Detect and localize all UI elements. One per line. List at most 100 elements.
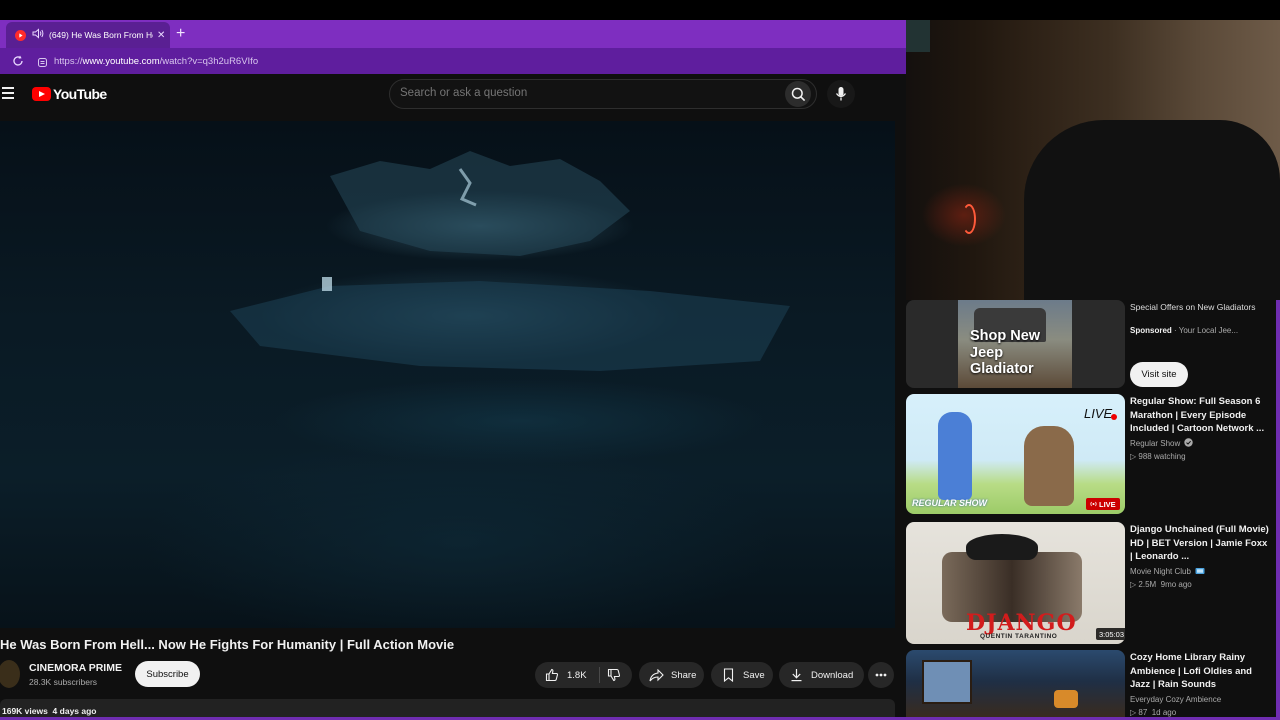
- dislike-button[interactable]: [607, 668, 621, 685]
- top-black-strip: [0, 0, 1280, 20]
- watching-count: 988 watching: [1138, 451, 1186, 461]
- like-divider: [599, 667, 600, 683]
- video-thumbnail-regular-show[interactable]: LIVE REGULAR SHOW LIVE: [906, 394, 1125, 514]
- subscribe-button[interactable]: Subscribe: [135, 661, 200, 687]
- video-title-django[interactable]: Django Unchained (Full Movie) HD | BET V…: [1130, 523, 1270, 564]
- url-prefix: https://: [54, 56, 83, 67]
- ad-sponsor-line: Sponsored · Your Local Jee...: [1130, 326, 1239, 335]
- views-line: ▷ 2.5M 9mo ago: [1130, 578, 1270, 591]
- tv-emoji-icon: [1195, 567, 1205, 574]
- channel-name[interactable]: Everyday Cozy Ambience: [1130, 693, 1270, 706]
- tab-title: (649) He Was Born From Hell... Now He Fi…: [49, 30, 153, 40]
- microphone-icon: [835, 87, 847, 101]
- visit-site-button[interactable]: Visit site: [1130, 362, 1188, 387]
- like-count: 1.8K: [567, 669, 587, 681]
- thumb-show-name: REGULAR SHOW: [912, 498, 987, 508]
- ad-title[interactable]: Special Offers on New Gladiators: [1130, 302, 1260, 314]
- download-button[interactable]: Download: [779, 662, 864, 688]
- sidebar-edge: [1276, 300, 1280, 720]
- ad-thumbnail[interactable]: Shop New Jeep Gladiator: [906, 300, 1125, 388]
- share-label: Share: [671, 669, 697, 681]
- video-frame-scene: [230, 151, 790, 371]
- channel-name[interactable]: Regular Show: [1130, 439, 1180, 448]
- tab-close-icon[interactable]: ✕: [157, 30, 165, 41]
- webcam-red-glow: [962, 204, 976, 234]
- webcam-dark-object: [1024, 120, 1280, 300]
- video-title-cozy-library[interactable]: Cozy Home Library Rainy Ambience | Lofi …: [1130, 651, 1270, 692]
- channel-line: Regular Show: [1130, 437, 1270, 450]
- channel-name[interactable]: CINEMORA PRIME: [29, 662, 122, 674]
- video-meta-django: Django Unchained (Full Movie) HD | BET V…: [1130, 523, 1270, 591]
- share-icon: [649, 668, 664, 681]
- video-player[interactable]: [0, 121, 895, 628]
- share-button[interactable]: Share: [639, 662, 704, 688]
- browser-tab-active[interactable]: (649) He Was Born From Hell... Now He Fi…: [6, 22, 170, 48]
- mordecai-shape: [938, 412, 972, 500]
- youtube-logo[interactable]: YouTube: [32, 86, 107, 102]
- url-path: /watch?v=q3h2uR6VIfo: [159, 56, 259, 67]
- poster-hat: [966, 534, 1038, 560]
- thumb-live-dot: [1111, 414, 1117, 420]
- views-icon: ▷: [1130, 579, 1137, 589]
- hamburger-menu-icon[interactable]: [2, 87, 14, 99]
- reload-icon[interactable]: [11, 54, 25, 68]
- ad-thumb-line-3: Gladiator: [970, 361, 1034, 377]
- poster-credit: QUENTIN TARANTINO: [980, 633, 1058, 640]
- save-button[interactable]: Save: [711, 662, 773, 688]
- live-badge-label: LIVE: [1099, 499, 1116, 509]
- watching-line: ▷ 988 watching: [1130, 450, 1270, 463]
- webcam-overlay: [906, 20, 1280, 300]
- thumbs-down-icon: [607, 668, 621, 682]
- url-text[interactable]: https://www.youtube.com/watch?v=q3h2uR6V…: [54, 56, 258, 67]
- new-tab-button[interactable]: +: [176, 26, 185, 42]
- views-and-age: 2.5M 9mo ago: [1138, 579, 1192, 589]
- subscriber-count: 28.3K subscribers: [29, 677, 98, 687]
- views-and-age: 87 1d ago: [1138, 707, 1177, 717]
- verified-check-icon: [1184, 437, 1194, 447]
- channel-name[interactable]: Movie Night Club: [1130, 567, 1191, 576]
- live-badge: LIVE: [1086, 498, 1120, 510]
- video-meta-cozy-library: Cozy Home Library Rainy Ambience | Lofi …: [1130, 651, 1270, 719]
- video-title: He Was Born From Hell... Now He Fights F…: [0, 637, 455, 652]
- url-host: www.youtube.com: [82, 56, 160, 67]
- views-icon: ▷: [1130, 707, 1137, 717]
- youtube-favicon-icon: [14, 29, 26, 41]
- thumb-fireplace-shape: [1054, 690, 1078, 708]
- youtube-play-icon: [32, 87, 51, 101]
- video-thumbnail-cozy-library[interactable]: [906, 650, 1125, 720]
- video-meta-regular-show: Regular Show: Full Season 6 Marathon | E…: [1130, 395, 1270, 463]
- video-thumbnail-django[interactable]: DJANGO QUENTIN TARANTINO 3:05:03: [906, 522, 1125, 644]
- youtube-logo-text: YouTube: [53, 86, 107, 102]
- more-horizontal-icon: [875, 673, 887, 677]
- ad-thumb-line-1: Shop New: [970, 328, 1041, 344]
- like-dislike-group: 1.8K: [535, 662, 632, 688]
- ad-thumbnail-text: Shop New Jeep Gladiator: [970, 328, 1040, 378]
- channel-avatar[interactable]: [0, 660, 20, 688]
- download-icon: [791, 669, 802, 682]
- channel-line: Movie Night Club: [1130, 565, 1270, 578]
- save-label: Save: [743, 669, 765, 681]
- ad-thumb-line-2: Jeep: [970, 344, 1004, 361]
- search-icon: [791, 87, 805, 101]
- sponsored-label: Sponsored: [1130, 326, 1172, 335]
- rigby-shape: [1024, 426, 1074, 506]
- thumb-window-shape: [922, 660, 972, 704]
- more-actions-button[interactable]: [868, 662, 894, 688]
- thumbs-up-icon: [545, 668, 559, 682]
- live-broadcast-icon: [1090, 501, 1097, 507]
- video-duration: 3:05:03: [1096, 628, 1125, 640]
- search-input[interactable]: [400, 87, 770, 99]
- download-label: Download: [811, 669, 854, 681]
- thumb-live-handwriting: LIVE: [1084, 406, 1113, 421]
- webcam-flag-shape: [906, 20, 930, 52]
- search-button[interactable]: [785, 81, 811, 107]
- video-title-regular-show[interactable]: Regular Show: Full Season 6 Marathon | E…: [1130, 395, 1270, 436]
- speaker-icon[interactable]: [32, 28, 44, 42]
- bookmark-icon: [723, 668, 734, 682]
- voice-search-button[interactable]: [827, 80, 855, 108]
- like-button[interactable]: 1.8K: [545, 668, 587, 682]
- view-stats: 169K views 4 days ago: [2, 706, 97, 716]
- ad-advertiser: Your Local Jee...: [1178, 326, 1239, 335]
- live-indicator-icon: ▷: [1130, 451, 1137, 461]
- site-info-icon[interactable]: [37, 55, 48, 67]
